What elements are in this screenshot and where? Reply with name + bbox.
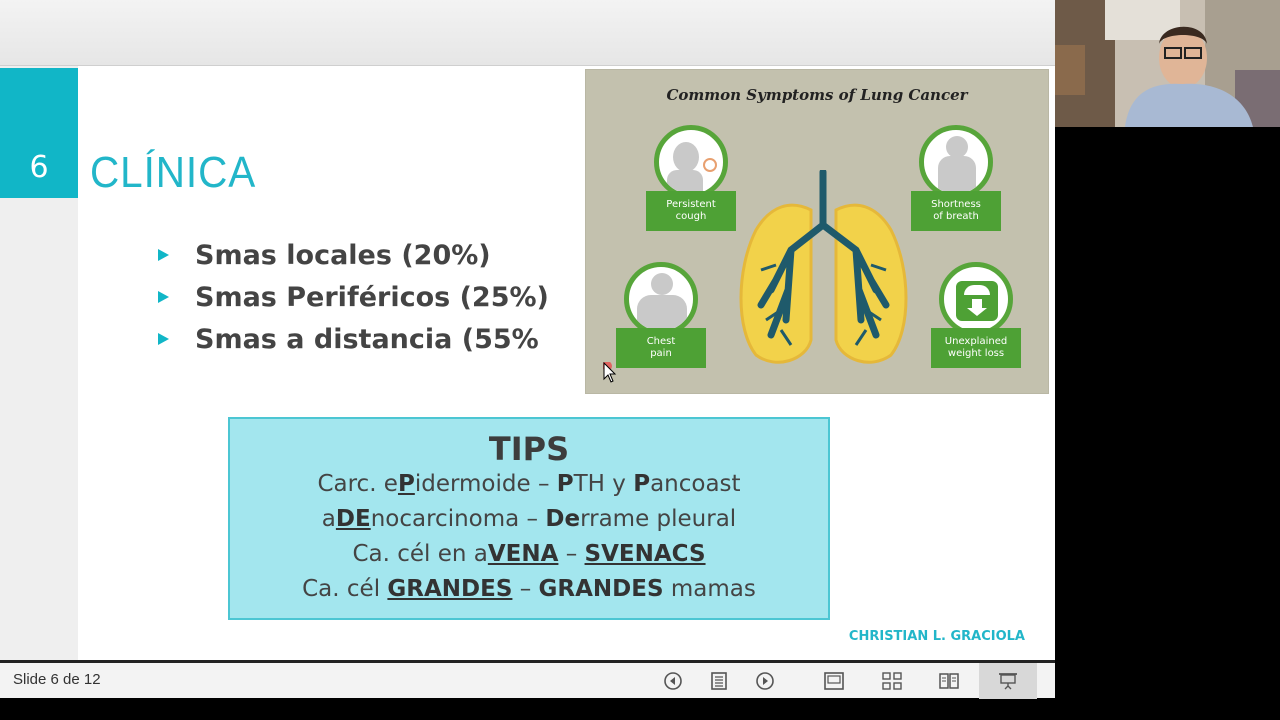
scale-icon: [939, 262, 1013, 336]
slide: 6 CLÍNICA Smas locales (20%) Smas Perifé…: [0, 66, 1055, 660]
tips-line-1: Carc. ePidermoide – PTH y Pancoast: [317, 471, 741, 497]
slide-sorter-icon: [882, 672, 902, 690]
bullet-arrow-icon: [158, 291, 169, 303]
reading-view-button[interactable]: [936, 669, 962, 693]
tips-line-4: Ca. cél GRANDES – GRANDES mamas: [302, 576, 756, 602]
bullet-text: Smas Periféricos (25%): [195, 281, 549, 313]
cough-icon: [654, 125, 728, 199]
reading-view-icon: [939, 673, 959, 689]
symptom-shortness-of-breath: Shortness of breath: [911, 125, 1001, 231]
webcam-feed: [1055, 0, 1280, 127]
infographic-title: Common Symptoms of Lung Cancer: [666, 86, 968, 104]
notes-icon: [711, 672, 727, 690]
slideshow-icon: [999, 673, 1017, 690]
status-bar: Slide 6 de 12: [0, 660, 1055, 699]
bullet-arrow-icon: [158, 249, 169, 261]
normal-view-icon: [824, 672, 844, 690]
previous-icon: [664, 672, 682, 690]
bullet-text: Smas locales (20%): [195, 239, 491, 271]
symptom-chest-pain: Chest pain: [616, 262, 706, 368]
tips-box: TIPS Carc. ePidermoide – PTH y Pancoast …: [228, 417, 830, 620]
notes-button[interactable]: [706, 669, 732, 693]
symptom-label: Persistent cough: [646, 191, 736, 231]
bullet-item: Smas Periféricos (25%): [158, 276, 549, 318]
slide-number-box: 6: [0, 68, 78, 198]
slide-sorter-button[interactable]: [879, 669, 905, 693]
symptom-label: Shortness of breath: [911, 191, 1001, 231]
next-icon: [756, 672, 774, 690]
symptom-weight-loss: Unexplained weight loss: [931, 262, 1021, 368]
next-slide-button[interactable]: [752, 669, 778, 693]
chest-pain-icon: [624, 262, 698, 336]
bullet-list: Smas locales (20%) Smas Periféricos (25%…: [158, 234, 549, 360]
breath-icon: [919, 125, 993, 199]
presenter-video-image: [1055, 0, 1280, 127]
author-name: CHRISTIAN L. GRACIOLA: [848, 629, 1025, 644]
bullet-arrow-icon: [158, 333, 169, 345]
lungs-icon: [739, 170, 908, 364]
symptom-label: Chest pain: [616, 328, 706, 368]
bullet-item: Smas a distancia (55%: [158, 318, 549, 360]
window-top-bar: [0, 0, 1055, 66]
slide-title: CLÍNICA: [90, 148, 257, 197]
bullet-item: Smas locales (20%): [158, 234, 549, 276]
bullet-text: Smas a distancia (55%: [195, 323, 539, 355]
tips-heading: TIPS: [488, 430, 570, 468]
normal-view-button[interactable]: [821, 669, 847, 693]
tips-line-2: aDEnocarcinoma – Derrame pleural: [321, 506, 737, 532]
slide-count: Slide 6 de 12: [13, 671, 101, 688]
slide-number: 6: [29, 149, 49, 185]
mouse-cursor-icon: [603, 362, 617, 383]
slideshow-button[interactable]: [979, 663, 1037, 699]
symptom-label: Unexplained weight loss: [931, 328, 1021, 368]
symptom-persistent-cough: Persistent cough: [646, 125, 736, 231]
tips-line-3: Ca. cél en aVENA – SVENACS: [352, 541, 706, 567]
background-area: [1055, 127, 1280, 720]
lung-cancer-infographic: Common Symptoms of Lung Cancer Persisten…: [585, 69, 1049, 394]
previous-slide-button[interactable]: [660, 669, 686, 693]
